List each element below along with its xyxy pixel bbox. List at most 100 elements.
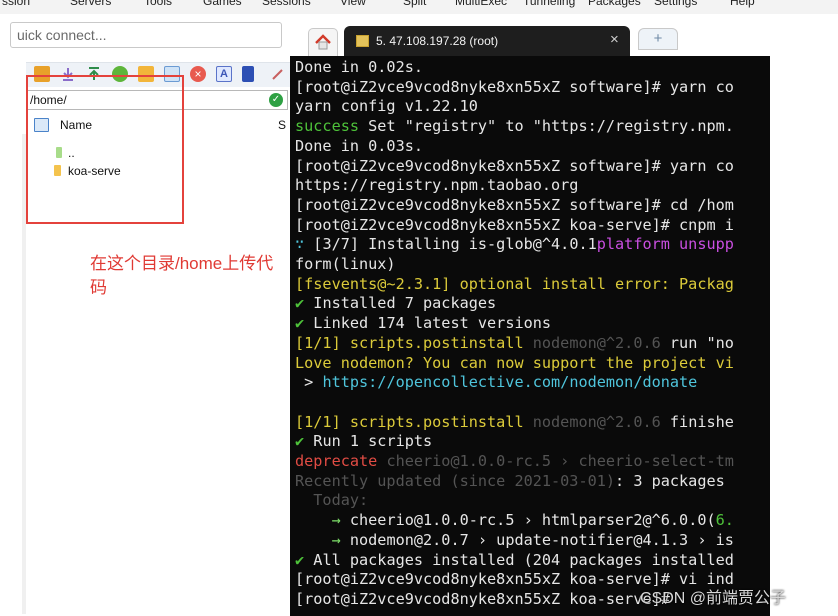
terminal-text: → <box>295 530 350 549</box>
file-list-header: Name S <box>26 114 288 136</box>
terminal-line: Done in 0.02s. <box>295 57 423 77</box>
terminal-text: [root@iZ2vce9vcod8nyke8xn55xZ software]#… <box>295 195 734 214</box>
terminal-text: [root@iZ2vce9vcod8nyke8xn55xZ koa-serve]… <box>295 215 734 234</box>
terminal-line: yarn config v1.22.10 <box>295 96 478 116</box>
terminal-text: cheerio@1.0.0-rc.5 › htmlparser2@^6.0.0( <box>349 511 716 530</box>
download-icon[interactable] <box>60 66 76 82</box>
menu-item-session[interactable]: ssion <box>2 0 30 8</box>
terminal-text: All packages installed (204 packages ins… <box>313 550 734 569</box>
home-icon <box>315 34 331 50</box>
terminal-line: ✔ Run 1 scripts <box>295 431 432 451</box>
path-field[interactable]: /home/ ✓ <box>26 90 288 110</box>
terminal-text: Set "registry" to "https://registry.npm. <box>359 117 734 136</box>
terminal-line: [1/1] scripts.postinstall nodemon@^2.0.6… <box>295 333 734 353</box>
terminal-text: Today: <box>295 491 369 510</box>
file-name: .. <box>68 146 75 160</box>
terminal-line: https://registry.npm.taobao.org <box>295 175 578 195</box>
terminal-text: [fsevents@~2.3.1] optional install error… <box>295 274 734 293</box>
upload-arrow-icon[interactable] <box>86 66 102 82</box>
tab-session-label: 5. 47.108.197.28 (root) <box>376 34 499 48</box>
file-row-parent[interactable]: .. <box>26 144 226 162</box>
terminal-text: > <box>295 373 323 392</box>
terminal-line: form(linux) <box>295 254 396 274</box>
folder-icon <box>56 147 62 158</box>
terminal-text: [root@iZ2vce9vcod8nyke8xn55xZ koa-serve]… <box>295 589 680 608</box>
terminal-line: Love nodemon? You can now support the pr… <box>295 353 734 373</box>
menu-bar: ssion Servers Tools Games Sessions View … <box>0 0 838 14</box>
new-tab-button[interactable]: + <box>638 28 678 50</box>
file-row-koa-serve[interactable]: koa-serve <box>26 162 226 180</box>
image-icon <box>34 118 49 132</box>
new-file-icon[interactable] <box>164 66 180 82</box>
tool-icon[interactable] <box>270 66 286 82</box>
terminal-text: Love nodemon? You can now support the pr… <box>295 353 734 372</box>
tab-session[interactable]: 5. 47.108.197.28 (root) × <box>344 26 630 56</box>
menu-item-packages[interactable]: Packages <box>588 0 641 8</box>
terminal-text: Recently updated (since 2021-03-01) <box>295 471 616 490</box>
close-icon[interactable]: × <box>610 31 619 48</box>
terminal-text: 6. <box>715 511 734 530</box>
menu-item-sessions[interactable]: Sessions <box>262 0 311 8</box>
terminal-text: Linked 174 latest versions <box>313 314 552 333</box>
terminal-text: https://opencollective.com/nodemon/donat… <box>322 373 698 392</box>
refresh-icon[interactable] <box>112 66 128 82</box>
terminal-line: [root@iZ2vce9vcod8nyke8xn55xZ software]#… <box>295 195 734 215</box>
terminal-line: > https://opencollective.com/nodemon/don… <box>295 372 697 392</box>
menu-item-tunneling[interactable]: Tunneling <box>523 0 575 8</box>
terminal-text: nodemon@2.0.7 › update-notifier@4.1.3 › … <box>349 530 734 549</box>
terminal-text: ✔ <box>295 314 314 333</box>
plus-icon: + <box>653 30 663 47</box>
menu-item-view[interactable]: View <box>340 0 366 8</box>
terminal-text: [root@iZ2vce9vcod8nyke8xn55xZ software]#… <box>295 156 734 175</box>
terminal-text: form(linux) <box>295 255 396 273</box>
terminal-text: https://registry.npm.taobao.org <box>295 176 579 195</box>
upload-icon[interactable] <box>34 66 50 82</box>
bookmark-icon[interactable] <box>242 66 254 82</box>
terminal-text: run "no <box>660 333 734 352</box>
terminal-text: finishe <box>660 412 734 431</box>
terminal-line: [root@iZ2vce9vcod8nyke8xn55xZ koa-serve]… <box>295 589 679 609</box>
terminal-line: success Set "registry" to "https://regis… <box>295 116 734 136</box>
terminal-text: nodemon@^2.0.6 <box>532 412 661 431</box>
text-icon[interactable]: A <box>216 66 232 82</box>
terminal-line: [root@iZ2vce9vcod8nyke8xn55xZ koa-serve]… <box>295 215 734 235</box>
sftp-panel: × A /home/ ✓ Name S .. koa-serve <box>0 14 290 616</box>
path-value[interactable]: /home/ <box>30 93 67 107</box>
menu-item-split[interactable]: Split <box>403 0 426 8</box>
home-tab[interactable] <box>308 28 338 56</box>
menu-item-games[interactable]: Games <box>203 0 242 8</box>
terminal-text: : 3 packages <box>615 471 725 490</box>
menu-item-settings[interactable]: Settings <box>654 0 697 8</box>
terminal-text: yarn config v1.22.10 <box>295 97 478 116</box>
menu-item-help[interactable]: Help <box>730 0 755 8</box>
terminal-line: ∵ [3/7] Installing is-glob@^4.0.1platfor… <box>295 234 734 254</box>
delete-icon[interactable]: × <box>190 66 206 82</box>
terminal-text: platform unsupp <box>596 235 734 254</box>
folder-icon <box>54 165 61 176</box>
terminal-line: deprecate cheerio@1.0.0-rc.5 › cheerio-s… <box>295 451 734 471</box>
menu-item-multiexec[interactable]: MultiExec <box>455 0 507 8</box>
terminal-text: [root@iZ2vce9vcod8nyke8xn55xZ software]#… <box>295 77 734 96</box>
terminal[interactable]: Done in 0.02s. [root@iZ2vce9vcod8nyke8xn5… <box>290 56 770 616</box>
terminal-text: Done in 0.03s. <box>295 136 424 155</box>
terminal-text: ✔ <box>295 550 314 569</box>
quick-connect-box[interactable] <box>10 22 282 48</box>
terminal-text: → <box>295 511 350 530</box>
quick-connect-input[interactable] <box>17 26 267 44</box>
menu-item-tools[interactable]: Tools <box>144 0 172 8</box>
terminal-text: ✔ <box>295 294 314 313</box>
check-icon[interactable]: ✓ <box>269 93 283 107</box>
terminal-text: Installed 7 packages <box>313 294 497 313</box>
file-list-scrollbar[interactable] <box>22 134 26 614</box>
column-size-header[interactable]: S <box>278 118 286 132</box>
terminal-line: ✔ Linked 174 latest versions <box>295 313 551 333</box>
terminal-text: [3/7] Installing is-glob@^4.0.1 <box>313 235 597 254</box>
terminal-text: deprecate <box>295 452 387 470</box>
terminal-text: Done in 0.02s. <box>295 58 424 76</box>
file-name: koa-serve <box>68 164 121 178</box>
terminal-text: success <box>295 117 360 136</box>
new-folder-icon[interactable] <box>138 66 154 82</box>
terminal-icon <box>356 35 369 47</box>
column-name-header[interactable]: Name <box>60 118 92 132</box>
menu-item-servers[interactable]: Servers <box>70 0 111 8</box>
